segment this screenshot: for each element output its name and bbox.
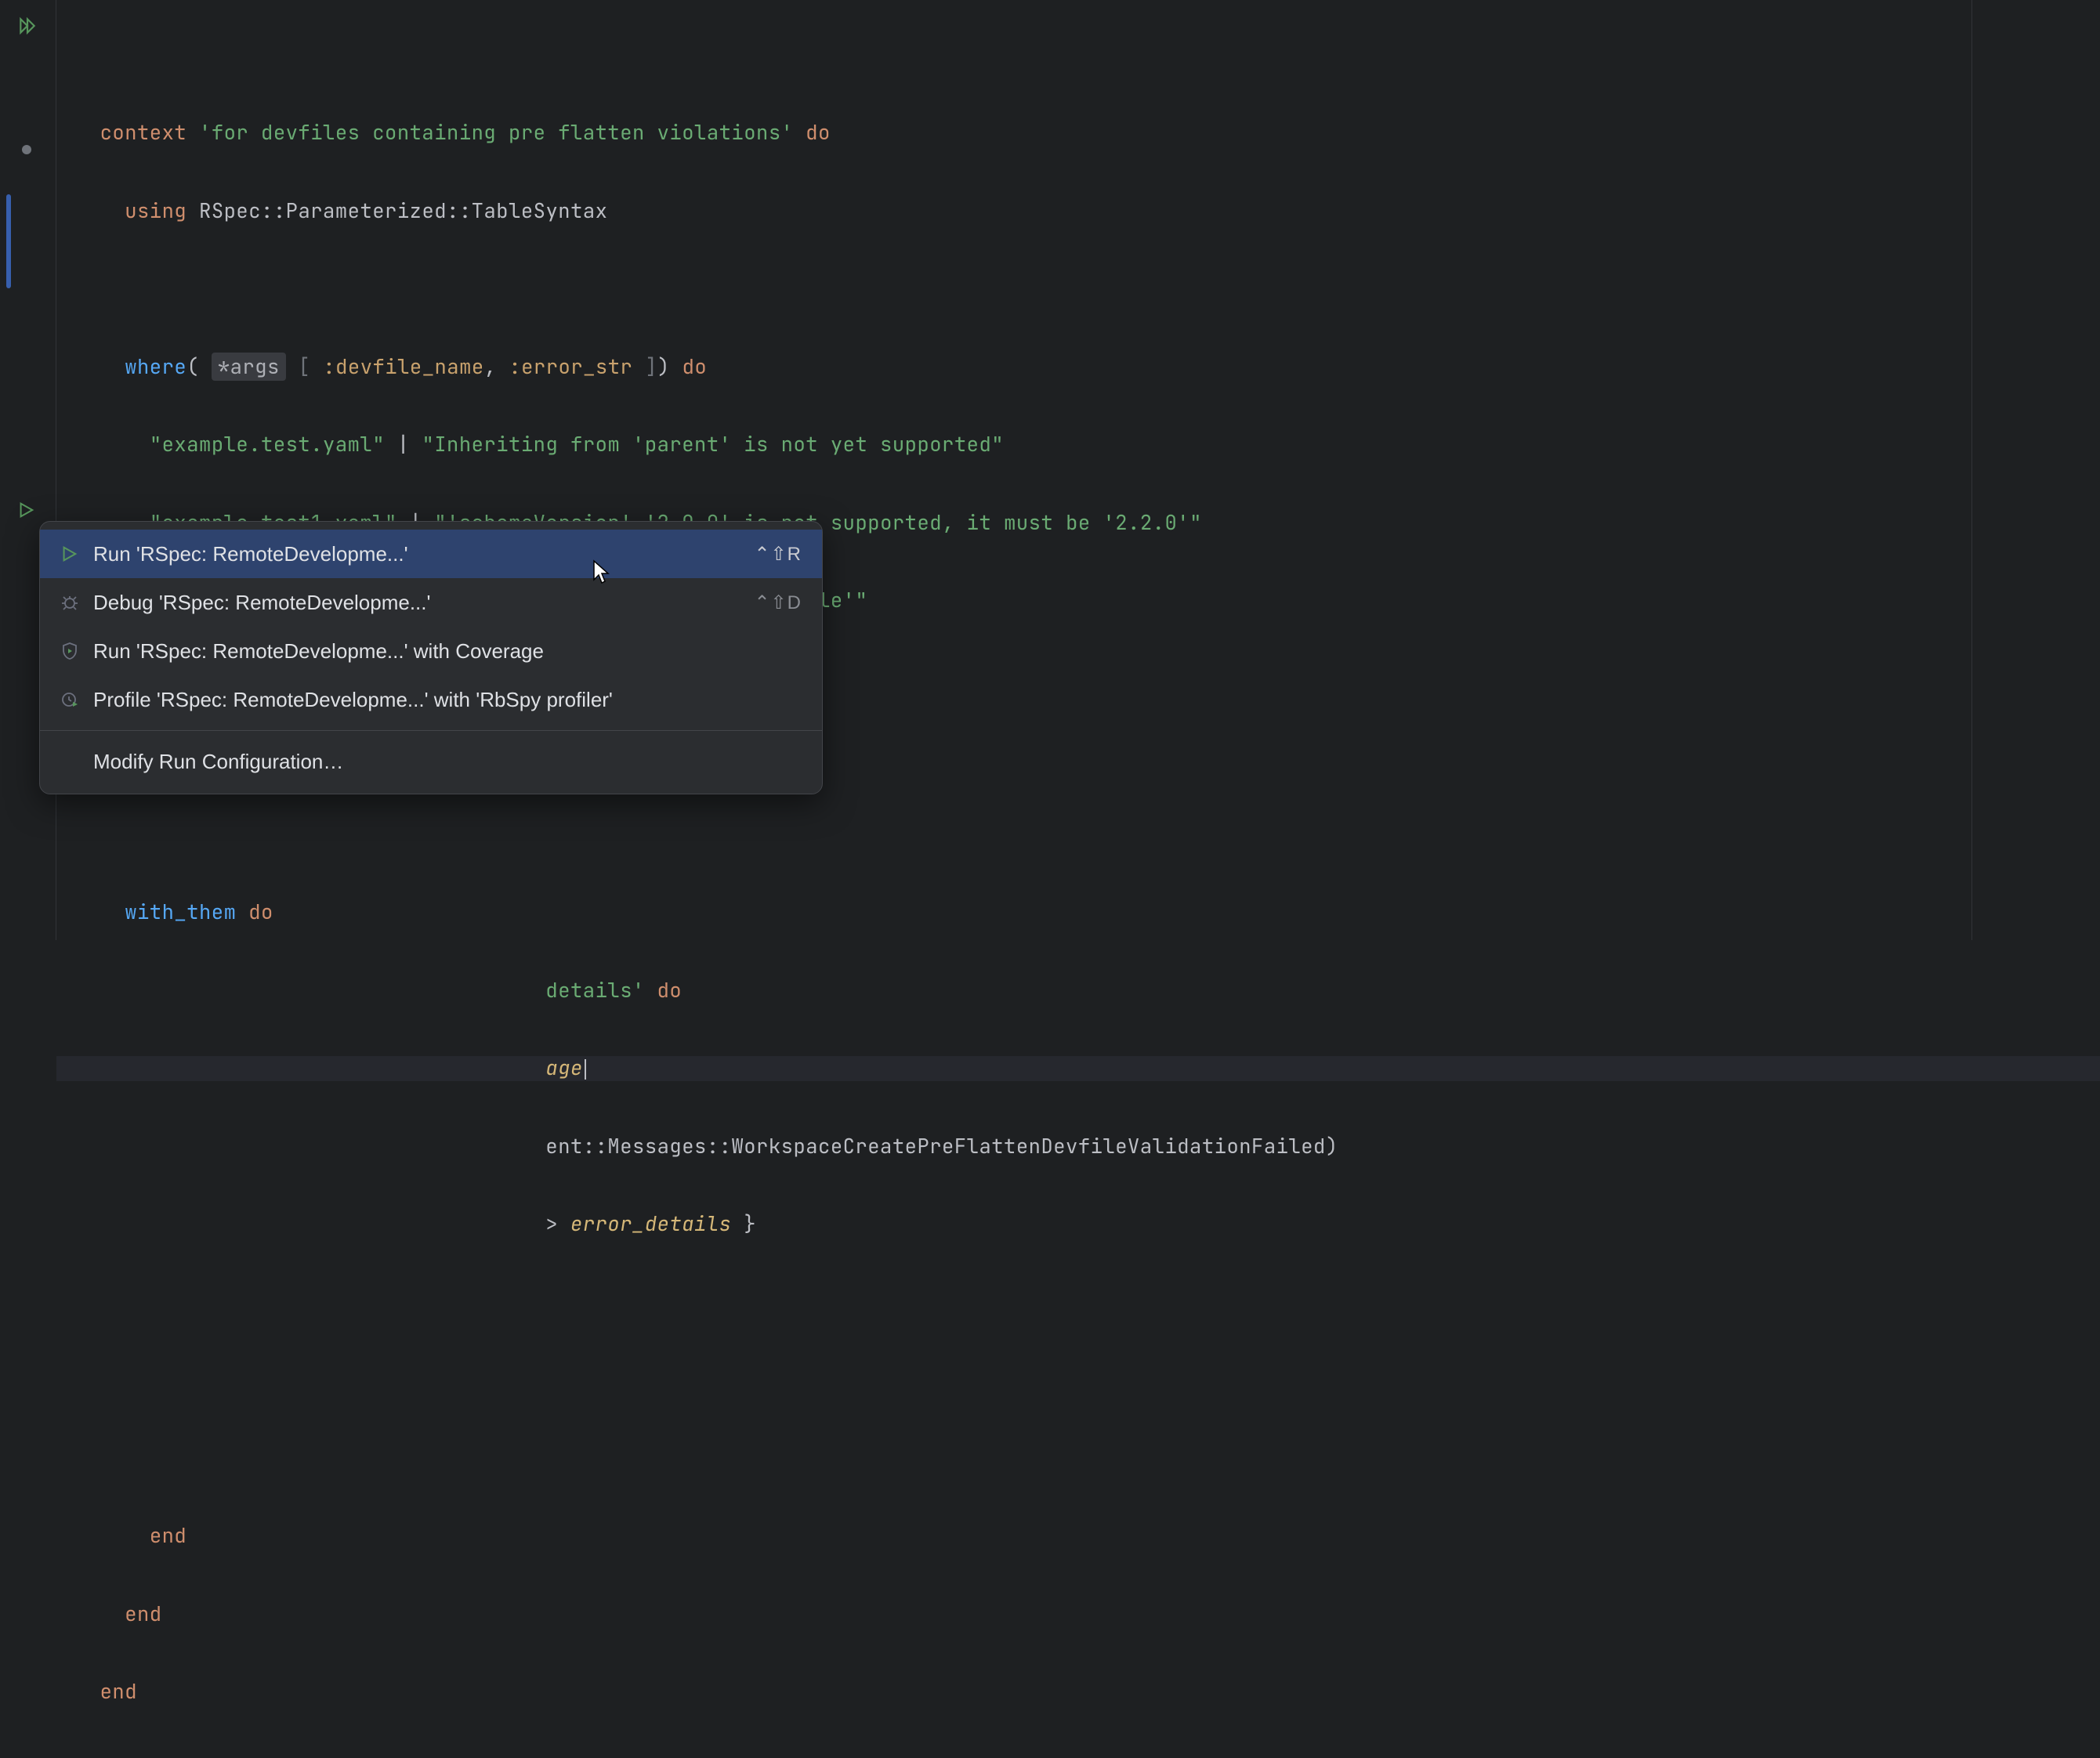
code-line[interactable]: where( *args [ :devfile_name, :error_str…: [56, 355, 2100, 380]
menu-shortcut: ⌃⇧R: [754, 543, 802, 566]
run-context-menu: Run 'RSpec: RemoteDevelopme...' ⌃⇧R Debu…: [39, 521, 823, 794]
code-line[interactable]: end: [56, 1602, 2100, 1627]
menu-label: Run 'RSpec: RemoteDevelopme...': [87, 542, 754, 566]
code-line[interactable]: [56, 823, 2100, 848]
code-line[interactable]: "example.test.yaml" | "Inheriting from '…: [56, 432, 2100, 458]
clock-play-icon: [60, 690, 87, 709]
text-caret: [585, 1059, 586, 1080]
menu-separator: [40, 730, 822, 731]
shield-play-icon: [60, 642, 87, 660]
menu-label: Profile 'RSpec: RemoteDevelopme...' with…: [87, 688, 802, 712]
code-line[interactable]: context 'for devfiles containing pre fla…: [56, 121, 2100, 146]
code-line[interactable]: [56, 1446, 2100, 1471]
inlay-hint: *args: [212, 353, 286, 381]
run-all-icon[interactable]: [17, 16, 38, 36]
code-line[interactable]: with_them do: [56, 900, 2100, 925]
menu-item-debug[interactable]: Debug 'RSpec: RemoteDevelopme...' ⌃⇧D: [40, 578, 822, 627]
code-line[interactable]: end: [56, 1524, 2100, 1549]
code-line-current[interactable]: age: [56, 1056, 2100, 1081]
gutter: [0, 0, 56, 940]
menu-item-profile[interactable]: Profile 'RSpec: RemoteDevelopme...' with…: [40, 675, 822, 724]
breakpoint-dot[interactable]: [22, 145, 31, 154]
code-line[interactable]: [56, 277, 2100, 302]
code-line[interactable]: using RSpec::Parameterized::TableSyntax: [56, 199, 2100, 224]
play-icon: [60, 545, 87, 562]
menu-label: Run 'RSpec: RemoteDevelopme...' with Cov…: [87, 639, 802, 664]
code-line[interactable]: details' do: [56, 978, 2100, 1004]
code-line[interactable]: [56, 1290, 2100, 1315]
run-test-icon[interactable]: [17, 501, 34, 519]
menu-item-run[interactable]: Run 'RSpec: RemoteDevelopme...' ⌃⇧R: [40, 530, 822, 578]
code-line[interactable]: end: [56, 1680, 2100, 1705]
menu-item-coverage[interactable]: Run 'RSpec: RemoteDevelopme...' with Cov…: [40, 627, 822, 675]
menu-item-modify[interactable]: Modify Run Configuration…: [40, 737, 822, 786]
code-area[interactable]: context 'for devfiles containing pre fla…: [56, 0, 2100, 940]
menu-label: Debug 'RSpec: RemoteDevelopme...': [87, 591, 754, 615]
change-marker[interactable]: [6, 194, 11, 288]
menu-shortcut: ⌃⇧D: [754, 591, 802, 614]
bug-icon: [60, 593, 87, 612]
menu-label: Modify Run Configuration…: [87, 750, 802, 774]
code-line[interactable]: [56, 1368, 2100, 1393]
editor-container: context 'for devfiles containing pre fla…: [0, 0, 2100, 940]
code-line[interactable]: > error_details }: [56, 1212, 2100, 1237]
code-line[interactable]: ent::Messages::WorkspaceCreatePreFlatten…: [56, 1134, 2100, 1159]
